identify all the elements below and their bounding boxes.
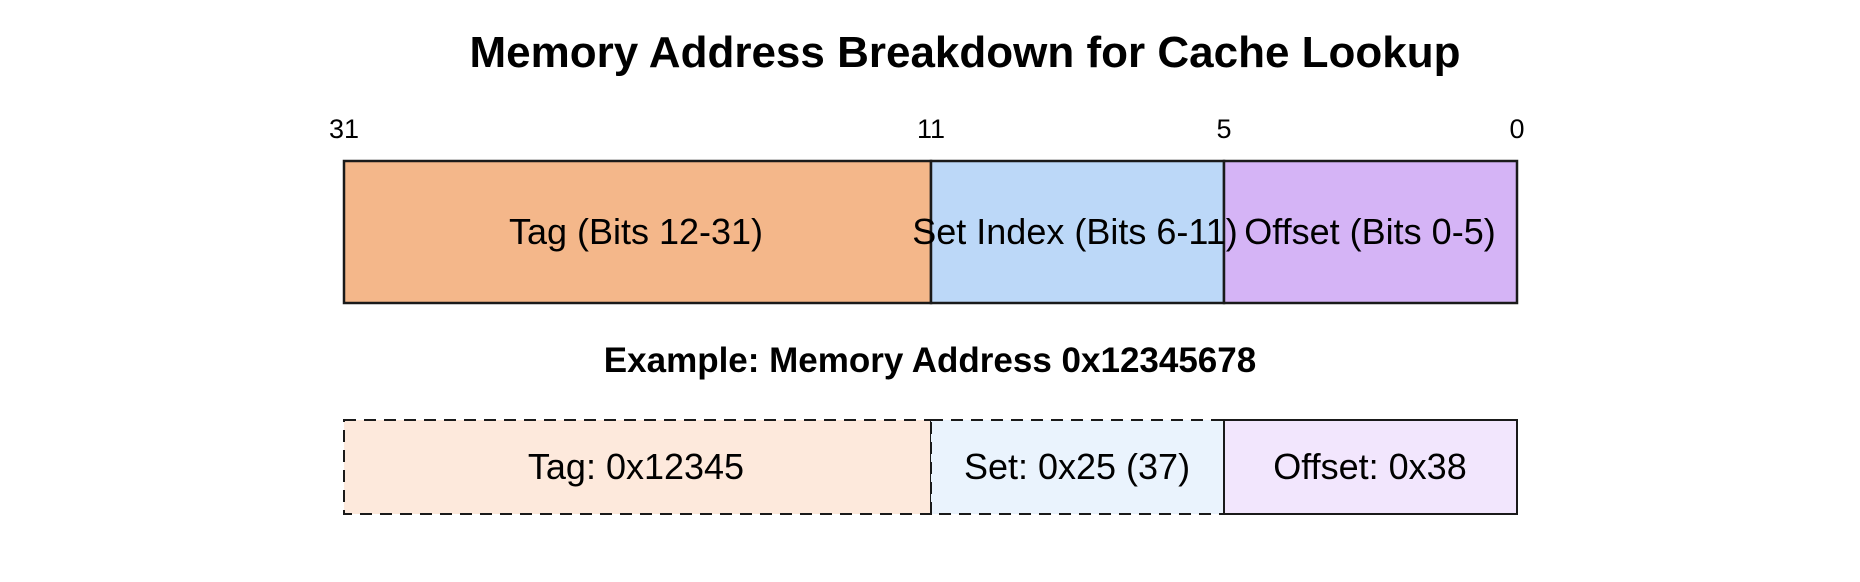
bit-marker-11: 11 <box>917 114 945 144</box>
tag-field-label: Tag (Bits 12-31) <box>509 211 763 252</box>
example-tag-value: Tag: 0x12345 <box>528 446 744 487</box>
bit-marker-0: 0 <box>1509 114 1524 144</box>
example-set-value: Set: 0x25 (37) <box>964 446 1190 487</box>
cache-address-diagram: Memory Address Breakdown for Cache Looku… <box>329 28 1525 515</box>
diagram-title: Memory Address Breakdown for Cache Looku… <box>469 28 1460 77</box>
offset-field-label: Offset (Bits 0-5) <box>1244 211 1495 252</box>
set-index-field-label: Set Index (Bits 6-11) <box>912 211 1237 252</box>
example-title: Example: Memory Address 0x12345678 <box>604 341 1256 380</box>
example-offset-value: Offset: 0x38 <box>1273 446 1466 487</box>
bit-marker-31: 31 <box>329 114 359 144</box>
bit-marker-5: 5 <box>1216 114 1231 144</box>
